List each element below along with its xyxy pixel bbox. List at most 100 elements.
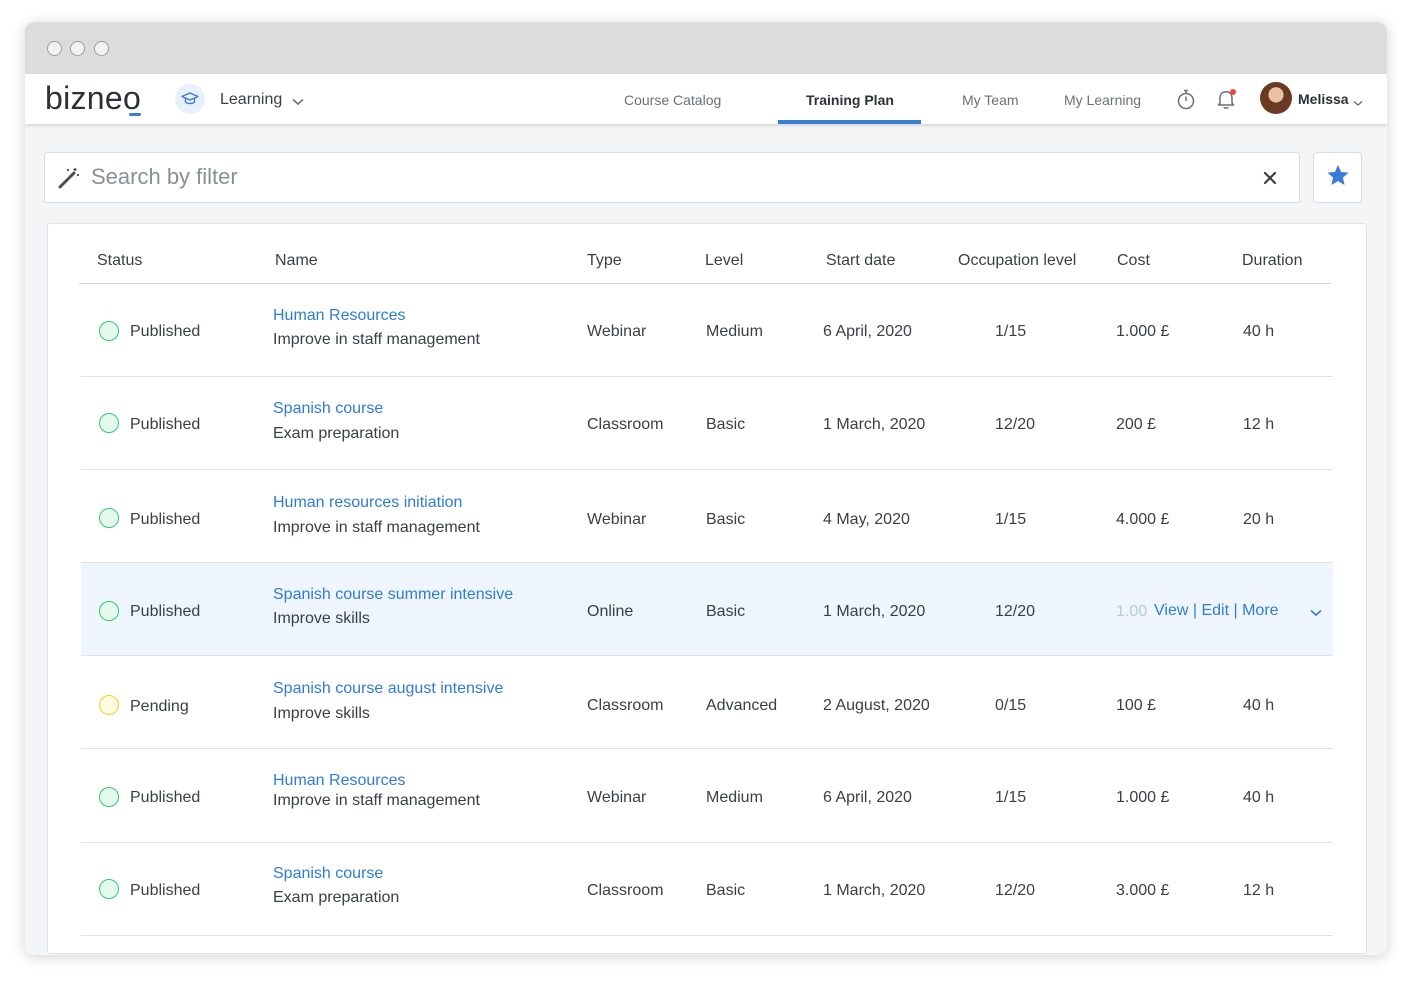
course-subtitle: Improve in staff management bbox=[273, 519, 480, 536]
course-duration: 40 h bbox=[1243, 697, 1275, 714]
course-duration: 40 h bbox=[1243, 323, 1275, 340]
chevron-down-icon[interactable] bbox=[292, 93, 304, 111]
course-occupation: 1/15 bbox=[995, 511, 1027, 528]
course-name-link[interactable]: Human resources initiation bbox=[273, 494, 462, 512]
action-separator: | bbox=[1192, 602, 1197, 619]
course-occupation: 12/20 bbox=[995, 882, 1036, 899]
course-type: Webinar bbox=[587, 323, 647, 340]
course-start-date: 4 May, 2020 bbox=[823, 511, 910, 528]
more-link[interactable]: More bbox=[1242, 602, 1278, 619]
nav-my-team[interactable]: My Team bbox=[962, 92, 1019, 108]
edit-link[interactable]: Edit bbox=[1201, 602, 1229, 619]
notification-badge bbox=[1230, 89, 1236, 95]
chevron-down-icon[interactable] bbox=[1353, 94, 1363, 112]
course-cost: 3.000 £ bbox=[1116, 882, 1170, 899]
action-separator: | bbox=[1233, 602, 1238, 619]
header-status[interactable]: Status bbox=[97, 252, 142, 270]
course-duration: 12 h bbox=[1243, 416, 1275, 433]
window-titlebar bbox=[25, 22, 1387, 74]
status-published-icon bbox=[99, 601, 119, 621]
course-subtitle: Exam preparation bbox=[273, 889, 400, 906]
course-level: Advanced bbox=[706, 697, 778, 714]
header-level[interactable]: Level bbox=[705, 252, 743, 270]
status-label: Published bbox=[130, 323, 201, 340]
graduation-cap-icon bbox=[175, 84, 205, 114]
table-row[interactable]: Published Human Resources Improve in sta… bbox=[81, 750, 1333, 843]
nav-training-plan[interactable]: Training Plan bbox=[806, 92, 894, 108]
course-cost: 200 £ bbox=[1116, 416, 1157, 433]
user-menu[interactable]: Melissa bbox=[1298, 91, 1349, 107]
course-level: Basic bbox=[706, 511, 746, 528]
header-cost[interactable]: Cost bbox=[1117, 252, 1150, 270]
table-row[interactable]: Published Human Resources Improve in sta… bbox=[81, 284, 1333, 377]
favorites-button[interactable] bbox=[1313, 152, 1362, 203]
table-row[interactable]: Published Spanish course Exam preparatio… bbox=[81, 843, 1333, 936]
course-level: Medium bbox=[706, 323, 763, 340]
status-label: Pending bbox=[130, 698, 189, 715]
training-plan-table: Status Name Type Level Start date Occupa… bbox=[47, 223, 1367, 954]
stopwatch-icon[interactable] bbox=[1176, 88, 1196, 115]
status-published-icon bbox=[99, 787, 119, 807]
course-name-link[interactable]: Human Resources bbox=[273, 307, 406, 325]
search-input[interactable] bbox=[91, 153, 1241, 201]
table-row[interactable]: Published Spanish course Exam preparatio… bbox=[81, 377, 1333, 470]
course-name-link[interactable]: Spanish course bbox=[273, 865, 383, 883]
course-start-date: 6 April, 2020 bbox=[823, 323, 912, 340]
status-pending-icon bbox=[99, 695, 119, 715]
window-minimize-button[interactable] bbox=[70, 41, 85, 56]
course-duration: 12 h bbox=[1243, 882, 1275, 899]
window-maximize-button[interactable] bbox=[94, 41, 109, 56]
nav-my-learning[interactable]: My Learning bbox=[1064, 92, 1141, 108]
course-name-link[interactable]: Spanish course august intensive bbox=[273, 680, 503, 698]
nav-course-catalog[interactable]: Course Catalog bbox=[624, 92, 721, 108]
search-bar bbox=[44, 152, 1300, 203]
course-start-date: 6 April, 2020 bbox=[823, 789, 912, 806]
status-published-icon bbox=[99, 321, 119, 341]
bizneo-logo[interactable]: bizneo bbox=[45, 80, 141, 117]
course-cost: 1.00 bbox=[1116, 603, 1148, 620]
course-type: Classroom bbox=[587, 882, 664, 899]
table-row[interactable]: Pending Spanish course august intensive … bbox=[81, 656, 1333, 749]
course-level: Basic bbox=[706, 603, 746, 620]
course-duration: 20 h bbox=[1243, 511, 1275, 528]
course-occupation: 1/15 bbox=[995, 789, 1027, 806]
course-start-date: 1 March, 2020 bbox=[823, 603, 926, 620]
status-label: Published bbox=[130, 789, 201, 806]
avatar[interactable] bbox=[1260, 82, 1292, 114]
header-name[interactable]: Name bbox=[275, 252, 318, 270]
course-occupation: 0/15 bbox=[995, 697, 1027, 714]
chevron-down-icon[interactable] bbox=[1310, 604, 1322, 622]
table-row-hovered[interactable]: Published Spanish course summer intensiv… bbox=[81, 563, 1333, 656]
close-icon[interactable] bbox=[1263, 169, 1277, 190]
course-name-link[interactable]: Spanish course bbox=[273, 400, 383, 418]
course-type: Webinar bbox=[587, 511, 647, 528]
course-cost: 1.000 £ bbox=[1116, 789, 1170, 806]
course-start-date: 1 March, 2020 bbox=[823, 882, 926, 899]
status-published-icon bbox=[99, 879, 119, 899]
status-published-icon bbox=[99, 413, 119, 433]
status-label: Published bbox=[130, 882, 201, 899]
table-row[interactable]: Published Human resources initiation Imp… bbox=[81, 470, 1333, 563]
table-header: Status Name Type Level Start date Occupa… bbox=[79, 224, 1331, 284]
course-level: Basic bbox=[706, 882, 746, 899]
header-type[interactable]: Type bbox=[587, 252, 622, 270]
status-label: Published bbox=[130, 416, 201, 433]
top-navbar: bizneo Learning Course Catalog Training … bbox=[25, 74, 1387, 124]
window-close-button[interactable] bbox=[47, 41, 62, 56]
row-actions: View | Edit | More bbox=[1154, 602, 1279, 620]
view-link[interactable]: View bbox=[1154, 602, 1188, 619]
header-occupation-level[interactable]: Occupation level bbox=[958, 252, 1076, 270]
magic-wand-icon bbox=[57, 166, 81, 195]
course-subtitle: Improve in staff management bbox=[273, 792, 480, 809]
module-selector[interactable]: Learning bbox=[220, 91, 282, 109]
course-level: Medium bbox=[706, 789, 763, 806]
course-cost: 1.000 £ bbox=[1116, 323, 1170, 340]
header-duration[interactable]: Duration bbox=[1242, 252, 1302, 270]
header-start-date[interactable]: Start date bbox=[826, 252, 895, 270]
course-name-link[interactable]: Spanish course summer intensive bbox=[273, 586, 513, 604]
course-subtitle: Exam preparation bbox=[273, 425, 400, 442]
course-cost: 4.000 £ bbox=[1116, 511, 1170, 528]
course-type: Classroom bbox=[587, 697, 664, 714]
course-name-link[interactable]: Human Resources bbox=[273, 772, 406, 790]
course-duration: 40 h bbox=[1243, 789, 1275, 806]
